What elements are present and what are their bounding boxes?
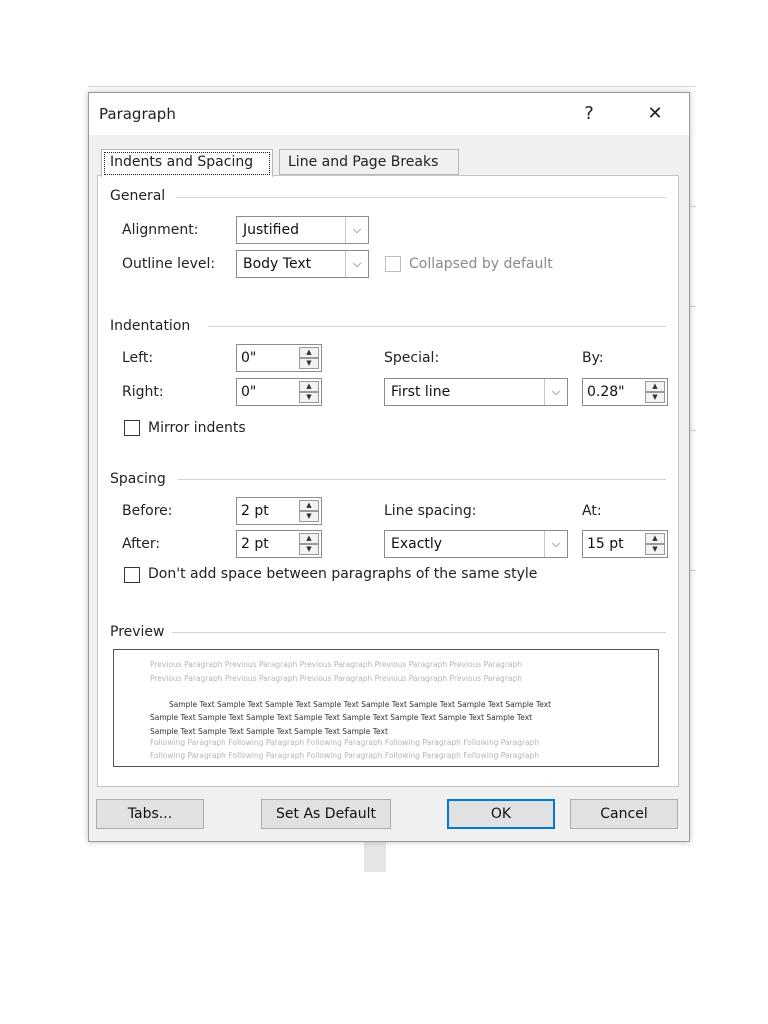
collapsed-checkbox[interactable] xyxy=(385,256,401,272)
spin-up-icon[interactable]: ▲ xyxy=(645,381,665,392)
spin-up-icon[interactable]: ▲ xyxy=(299,533,319,544)
collapsed-label: Collapsed by default xyxy=(409,256,553,272)
spacing-after-value: 2 pt xyxy=(241,536,269,552)
paragraph-dialog: Paragraph ? ✕ Line and Page Breaks Gener… xyxy=(88,92,690,842)
preview-box: Previous Paragraph Previous Paragraph Pr… xyxy=(113,649,659,767)
preview-line: Sample Text Sample Text Sample Text Samp… xyxy=(150,727,388,736)
spin-down-icon[interactable]: ▼ xyxy=(645,392,665,403)
tabs-button[interactable]: Tabs... xyxy=(96,799,204,829)
section-heading-indentation: Indentation xyxy=(110,318,197,334)
dialog-title: Paragraph xyxy=(99,105,176,123)
spin-up-icon[interactable]: ▲ xyxy=(299,347,319,358)
line-spacing-value: Exactly xyxy=(391,536,443,552)
help-icon[interactable]: ? xyxy=(567,97,611,131)
chevron-down-icon: ⌵ xyxy=(345,217,368,243)
line-spacing-select[interactable]: Exactly ⌵ xyxy=(384,530,568,558)
chevron-down-icon: ⌵ xyxy=(544,531,567,557)
spin-down-icon[interactable]: ▼ xyxy=(299,544,319,555)
preview-line: Sample Text Sample Text Sample Text Samp… xyxy=(150,713,533,722)
mirror-indents-label: Mirror indents xyxy=(148,420,246,436)
tab-line-and-page-breaks[interactable]: Line and Page Breaks xyxy=(279,149,459,175)
tab-indents-and-spacing[interactable]: Indents and Spacing xyxy=(101,149,273,177)
right-indent-value: 0" xyxy=(241,384,257,400)
close-icon[interactable]: ✕ xyxy=(633,97,677,131)
set-as-default-button[interactable]: Set As Default xyxy=(261,799,391,829)
left-indent-label: Left: xyxy=(122,350,154,366)
chevron-down-icon: ⌵ xyxy=(345,251,368,277)
special-select[interactable]: First line ⌵ xyxy=(384,378,568,406)
spacing-before-label: Before: xyxy=(122,503,173,519)
background-scrollbar xyxy=(364,840,386,872)
spin-down-icon[interactable]: ▼ xyxy=(299,392,319,403)
spacing-before-spinner[interactable]: 2 pt ▲ ▼ xyxy=(236,497,322,525)
alignment-value: Justified xyxy=(243,222,299,238)
left-indent-spinner[interactable]: 0" ▲ ▼ xyxy=(236,344,322,372)
preview-line: Following Paragraph Following Paragraph … xyxy=(150,738,540,747)
chevron-down-icon: ⌵ xyxy=(544,379,567,405)
preview-line: Previous Paragraph Previous Paragraph Pr… xyxy=(150,660,523,669)
section-divider xyxy=(178,479,666,480)
spacing-before-value: 2 pt xyxy=(241,503,269,519)
tab-label: Line and Page Breaks xyxy=(288,154,439,170)
spacing-after-label: After: xyxy=(122,536,161,552)
mirror-indents-checkbox[interactable] xyxy=(124,420,140,436)
ok-button[interactable]: OK xyxy=(447,799,555,829)
spin-up-icon[interactable]: ▲ xyxy=(299,500,319,511)
spin-down-icon[interactable]: ▼ xyxy=(645,544,665,555)
right-indent-spinner[interactable]: 0" ▲ ▼ xyxy=(236,378,322,406)
at-label: At: xyxy=(582,503,602,519)
section-heading-preview: Preview xyxy=(110,624,171,640)
section-divider xyxy=(176,197,666,198)
right-indent-label: Right: xyxy=(122,384,164,400)
spin-down-icon[interactable]: ▼ xyxy=(299,511,319,522)
by-label: By: xyxy=(582,350,604,366)
at-spinner[interactable]: 15 pt ▲ ▼ xyxy=(582,530,668,558)
spin-down-icon[interactable]: ▼ xyxy=(299,358,319,369)
section-divider xyxy=(208,326,666,327)
outline-level-label: Outline level: xyxy=(122,256,216,272)
line-spacing-label: Line spacing: xyxy=(384,503,477,519)
focus-ring xyxy=(104,152,270,175)
alignment-select[interactable]: Justified ⌵ xyxy=(236,216,369,244)
special-value: First line xyxy=(391,384,451,400)
dont-add-space-label: Don't add space between paragraphs of th… xyxy=(148,566,538,582)
preview-line: Sample Text Sample Text Sample Text Samp… xyxy=(169,700,552,709)
spacing-after-spinner[interactable]: 2 pt ▲ ▼ xyxy=(236,530,322,558)
spin-up-icon[interactable]: ▲ xyxy=(645,533,665,544)
at-value: 15 pt xyxy=(587,536,624,552)
preview-line: Following Paragraph Following Paragraph … xyxy=(150,751,540,760)
left-indent-value: 0" xyxy=(241,350,257,366)
alignment-label: Alignment: xyxy=(122,222,199,238)
section-heading-general: General xyxy=(110,188,172,204)
background-rule xyxy=(88,86,696,87)
title-bar: Paragraph ? ✕ xyxy=(89,93,689,135)
outline-level-value: Body Text xyxy=(243,256,312,272)
section-divider xyxy=(172,632,666,633)
by-spinner[interactable]: 0.28" ▲ ▼ xyxy=(582,378,668,406)
cancel-button[interactable]: Cancel xyxy=(570,799,678,829)
outline-level-select[interactable]: Body Text ⌵ xyxy=(236,250,369,278)
section-heading-spacing: Spacing xyxy=(110,471,172,487)
spin-up-icon[interactable]: ▲ xyxy=(299,381,319,392)
dont-add-space-checkbox[interactable] xyxy=(124,567,140,583)
by-value: 0.28" xyxy=(587,384,625,400)
preview-line: Previous Paragraph Previous Paragraph Pr… xyxy=(150,674,523,683)
special-label: Special: xyxy=(384,350,440,366)
